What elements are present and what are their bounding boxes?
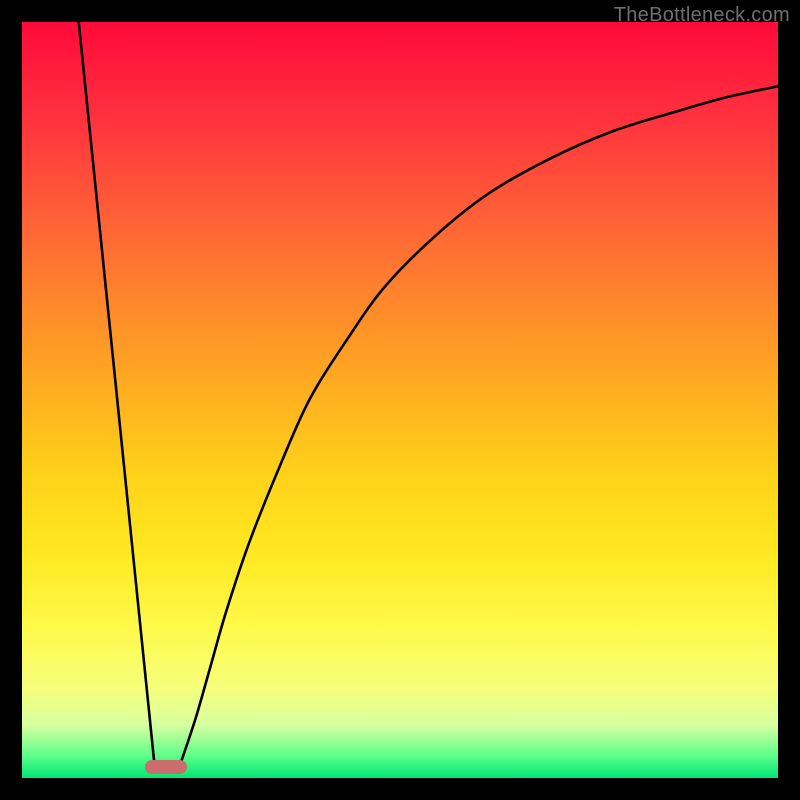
plot-area bbox=[22, 22, 778, 778]
line-left bbox=[79, 22, 155, 763]
curve-right bbox=[181, 86, 778, 763]
chart-frame: TheBottleneck.com bbox=[0, 0, 800, 800]
watermark-text: TheBottleneck.com bbox=[614, 4, 790, 27]
curves-svg bbox=[22, 22, 778, 778]
